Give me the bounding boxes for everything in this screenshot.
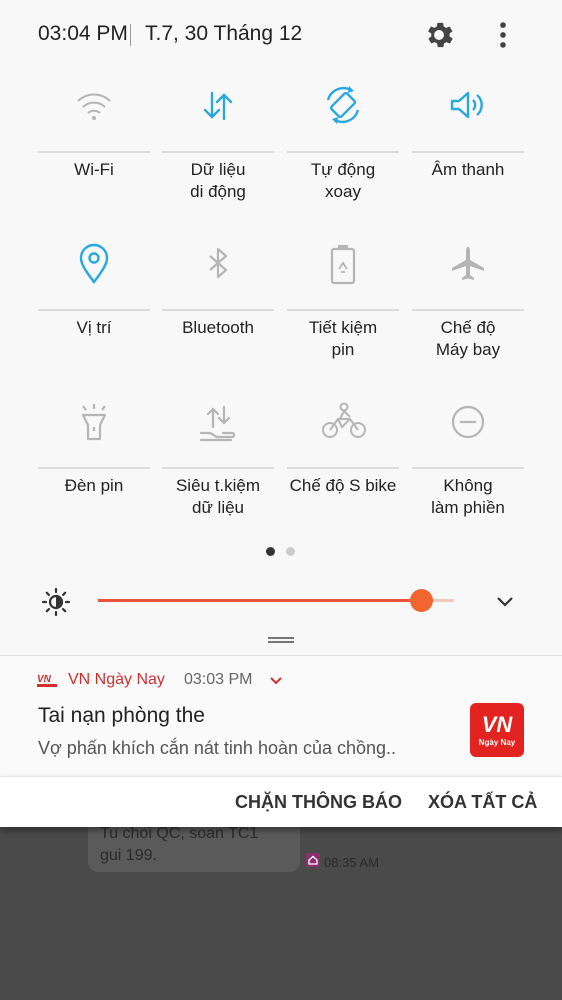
brightness-slider-fill — [98, 599, 422, 602]
notification-time: 03:03 PM — [184, 671, 253, 688]
quick-tile-airplane[interactable]: Chế độ Máy bay — [412, 231, 524, 381]
notification-body: Vợ phấn khích cắn nát tinh hoàn của chồn… — [38, 738, 397, 758]
vn-logo-icon: VN Ngày Nay — [479, 712, 516, 747]
quick-tile-bluetooth[interactable]: Bluetooth — [162, 231, 274, 381]
notification-app-logo: VN Ngày Nay — [470, 703, 524, 757]
svg-text:VN: VN — [37, 674, 52, 685]
quick-tile-label: Vị trí — [76, 318, 112, 337]
s-bike-icon — [322, 402, 366, 438]
tile-divider — [38, 309, 150, 311]
quick-tile-mobile-data[interactable]: Dữ liệu di động — [162, 73, 274, 223]
quick-tile-wifi[interactable]: Wi-Fi — [38, 73, 150, 223]
background-message-text: Tu choi QC, soan TC1 gui 199. — [100, 825, 259, 864]
date: T.7, 30 Tháng 12 — [145, 22, 303, 45]
tile-divider — [287, 309, 399, 311]
more-vert-icon[interactable] — [486, 18, 520, 52]
quick-panel: 03:04 PM T.7, 30 Tháng 12 Wi-Fi Dữ liệu d… — [0, 0, 562, 655]
quick-tile-label: Dữ liệu di động — [190, 160, 246, 201]
location-icon — [79, 243, 109, 285]
tile-divider — [162, 309, 274, 311]
notification-actions: CHẶN THÔNG BÁO XÓA TẤT CẢ — [0, 776, 562, 827]
quick-tile-label: Wi-Fi — [74, 160, 114, 179]
tile-divider — [412, 151, 524, 153]
quick-tile-s-bike[interactable]: Chế độ S bike — [287, 389, 399, 539]
svg-text:VN: VN — [482, 712, 514, 737]
sound-icon — [450, 91, 483, 119]
gear-icon[interactable] — [422, 18, 456, 52]
panel-drag-handle[interactable] — [268, 637, 294, 643]
quick-tile-label: Không làm phiền — [431, 476, 505, 517]
chevron-down-icon[interactable] — [490, 586, 520, 616]
tile-divider — [38, 151, 150, 153]
chevron-down-icon[interactable] — [266, 672, 286, 690]
do-not-disturb-icon — [451, 405, 485, 439]
quick-tile-label: Chế độ S bike — [289, 476, 397, 495]
mobile-data-icon — [203, 91, 233, 121]
quick-tile-label: Âm thanh — [431, 160, 505, 179]
quick-tile-label: Đèn pin — [64, 476, 124, 495]
tile-divider — [412, 309, 524, 311]
vn-ngay-nay-logo: VN — [37, 674, 57, 687]
auto-rotate-icon — [326, 86, 360, 124]
battery-saver-icon — [330, 245, 356, 285]
panel-header: 03:04 PM T.7, 30 Tháng 12 — [0, 0, 562, 70]
header-divider — [130, 24, 131, 46]
quick-tile-location[interactable]: Vị trí — [38, 231, 150, 381]
notification-card[interactable]: VN VN Ngày Nay 03:03 PM Tai nạn phòng th… — [0, 655, 562, 776]
quick-tile-battery-saver[interactable]: Tiết kiệm pin — [287, 231, 399, 381]
tile-divider — [162, 151, 274, 153]
brightness-slider[interactable] — [98, 599, 454, 602]
quick-tile-label: Tiết kiệm pin — [308, 318, 378, 359]
background-message-time: 08:35 AM — [324, 855, 379, 870]
quick-tile-label: Siêu t.kiệm dữ liệu — [175, 476, 261, 517]
home-icon — [306, 853, 320, 867]
flashlight-icon — [81, 404, 107, 441]
data-saver-icon — [199, 405, 236, 442]
tile-divider — [38, 467, 150, 469]
page-indicator — [286, 547, 295, 556]
notification-title: Tai nạn phòng the — [38, 704, 205, 727]
quick-tile-do-not-disturb[interactable]: Không làm phiền — [412, 389, 524, 539]
wifi-icon — [77, 93, 111, 120]
notification-app-name: VN Ngày Nay — [68, 671, 165, 688]
quick-tile-flashlight[interactable]: Đèn pin — [38, 389, 150, 539]
tile-divider — [287, 467, 399, 469]
brightness-slider-thumb[interactable] — [410, 589, 434, 612]
quick-tile-label: Chế độ Máy bay — [435, 318, 501, 359]
quick-tile-label: Tự động xoay — [310, 160, 376, 201]
tile-divider — [162, 467, 274, 469]
airplane-icon — [452, 247, 484, 280]
brightness-icon — [41, 587, 71, 617]
quick-tile-data-saver[interactable]: Siêu t.kiệm dữ liệu — [162, 389, 274, 539]
block-notifications-button[interactable]: CHẶN THÔNG BÁO — [235, 792, 402, 813]
clock: 03:04 PM — [38, 22, 128, 45]
quick-tile-auto-rotate[interactable]: Tự động xoay — [287, 73, 399, 223]
page-indicator-active — [266, 547, 275, 556]
svg-text:Ngày Nay: Ngày Nay — [479, 738, 516, 747]
quick-tile-label: Bluetooth — [182, 318, 254, 337]
tile-divider — [412, 467, 524, 469]
tile-divider — [287, 151, 399, 153]
quick-tile-sound[interactable]: Âm thanh — [412, 73, 524, 223]
clear-all-button[interactable]: XÓA TẤT CẢ — [428, 792, 537, 813]
bluetooth-icon — [209, 247, 228, 279]
